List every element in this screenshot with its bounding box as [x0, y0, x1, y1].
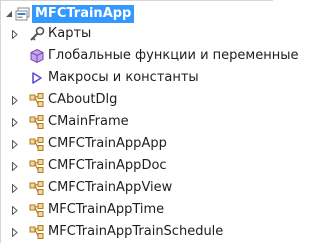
tree-root-item[interactable]: MFCTrainApp — [1, 3, 273, 25]
tree-item-class[interactable]: MFCTrainAppTrainSchedule — [1, 221, 273, 243]
class-icon — [29, 180, 45, 196]
tree-item-label: CMFCTrainAppApp — [48, 136, 167, 151]
tree-item-maps[interactable]: Карты — [1, 23, 273, 45]
tree-item-class[interactable]: CMainFrame — [1, 111, 273, 133]
tree-item-label: MFCTrainAppTime — [48, 202, 165, 217]
tree-item-label: Карты — [48, 26, 92, 41]
tree-item-label: CMFCTrainAppDoc — [48, 158, 167, 173]
tree-item-class[interactable]: CMFCTrainAppApp — [1, 133, 273, 155]
map-icon — [29, 26, 45, 42]
expanded-arrow-icon[interactable] — [4, 3, 14, 25]
collapsed-arrow-icon[interactable] — [10, 23, 20, 45]
tree-item-macros[interactable]: Макросы и константы — [1, 67, 273, 89]
tree-item-label: CAboutDlg — [48, 92, 118, 107]
class-icon — [29, 202, 45, 218]
tree-item-class[interactable]: CMFCTrainAppView — [1, 177, 273, 199]
collapsed-arrow-icon[interactable] — [10, 221, 20, 243]
class-icon — [29, 158, 45, 174]
collapsed-arrow-icon[interactable] — [10, 89, 20, 111]
tree-item-label: MFCTrainAppTrainSchedule — [48, 224, 224, 239]
tree-item-label: Макросы и константы — [48, 70, 199, 85]
tree-item-label: CMainFrame — [48, 114, 129, 129]
class-icon — [29, 114, 45, 130]
project-icon — [15, 6, 31, 22]
tree-root-label: MFCTrainApp — [32, 5, 135, 23]
tree-item-globals[interactable]: Глобальные функции и переменные — [1, 45, 298, 67]
collapsed-arrow-icon[interactable] — [10, 177, 20, 199]
tree-item-label: Глобальные функции и переменные — [48, 48, 299, 63]
collapsed-arrow-icon[interactable] — [10, 199, 20, 221]
collapsed-arrow-icon[interactable] — [10, 155, 20, 177]
class-icon — [29, 224, 45, 240]
globals-icon — [29, 48, 45, 64]
class-icon — [29, 92, 45, 108]
tree-item-class[interactable]: CAboutDlg — [1, 89, 273, 111]
collapsed-arrow-icon[interactable] — [10, 133, 20, 155]
tree-item-class[interactable]: CMFCTrainAppDoc — [1, 155, 273, 177]
class-view-tree: MFCTrainApp Карты Глобальные функции и п… — [0, 0, 298, 243]
tree-item-label: CMFCTrainAppView — [48, 180, 173, 195]
tree-item-class[interactable]: MFCTrainAppTime — [1, 199, 273, 221]
collapsed-arrow-icon[interactable] — [10, 111, 20, 133]
macro-icon — [29, 70, 45, 86]
class-icon — [29, 136, 45, 152]
